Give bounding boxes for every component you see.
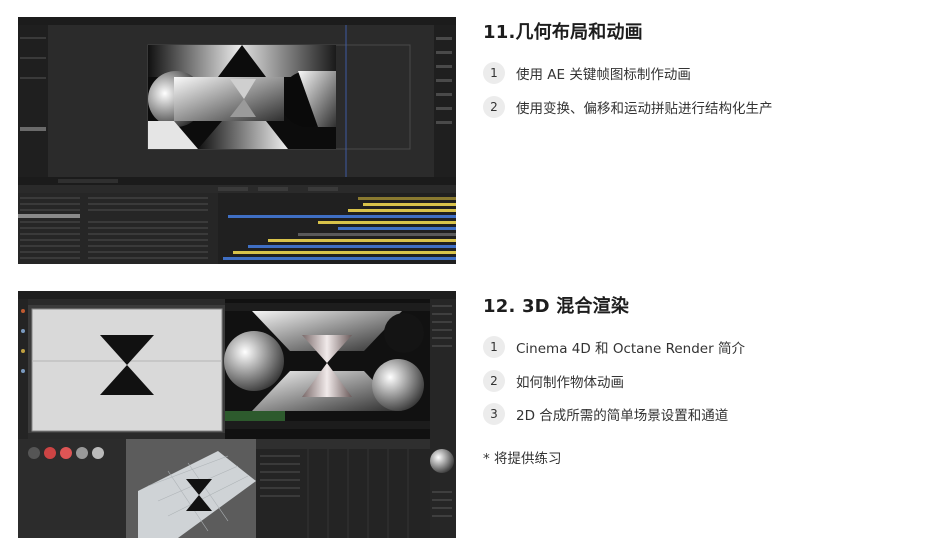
item-number-badge: 1 <box>483 336 505 358</box>
list-item: 1 Cinema 4D 和 Octane Render 简介 <box>483 336 913 358</box>
after-effects-ui-illustration <box>18 17 456 264</box>
list-item: 3 2D 合成所需的简单场景设置和通道 <box>483 403 913 425</box>
item-text: 使用 AE 关键帧图标制作动画 <box>516 67 691 83</box>
item-text: 2D 合成所需的简单场景设置和通道 <box>516 408 729 424</box>
item-number-badge: 1 <box>483 62 505 84</box>
exercise-note: * 将提供练习 <box>483 451 562 467</box>
section-geometric-layout: 11.几何布局和动画 1 使用 AE 关键帧图标制作动画 2 使用变换、偏移和运… <box>483 20 913 129</box>
cinema4d-octane-screenshot <box>18 291 456 538</box>
item-text: 使用变换、偏移和运动拼贴进行结构化生产 <box>516 100 773 117</box>
item-number-badge: 3 <box>483 403 505 425</box>
after-effects-screenshot <box>18 17 456 264</box>
list-item: 2 如何制作物体动画 <box>483 369 913 392</box>
section-item-list: 1 Cinema 4D 和 Octane Render 简介 2 如何制作物体动… <box>483 336 913 425</box>
section-title: 12. 3D 混合渲染 <box>483 296 630 317</box>
list-item: 1 使用 AE 关键帧图标制作动画 <box>483 62 913 84</box>
item-text: 如何制作物体动画 <box>516 374 624 391</box>
item-number-badge: 2 <box>483 95 505 118</box>
section-title: 11.几何布局和动画 <box>483 22 643 43</box>
section-3d-hybrid-render: 12. 3D 混合渲染 1 Cinema 4D 和 Octane Render … <box>483 294 913 437</box>
list-item: 2 使用变换、偏移和运动拼贴进行结构化生产 <box>483 95 913 118</box>
item-text: Cinema 4D 和 Octane Render 简介 <box>516 341 745 357</box>
item-number-badge: 2 <box>483 369 505 392</box>
section-item-list: 1 使用 AE 关键帧图标制作动画 2 使用变换、偏移和运动拼贴进行结构化生产 <box>483 62 913 118</box>
cinema4d-ui-illustration <box>18 291 456 538</box>
